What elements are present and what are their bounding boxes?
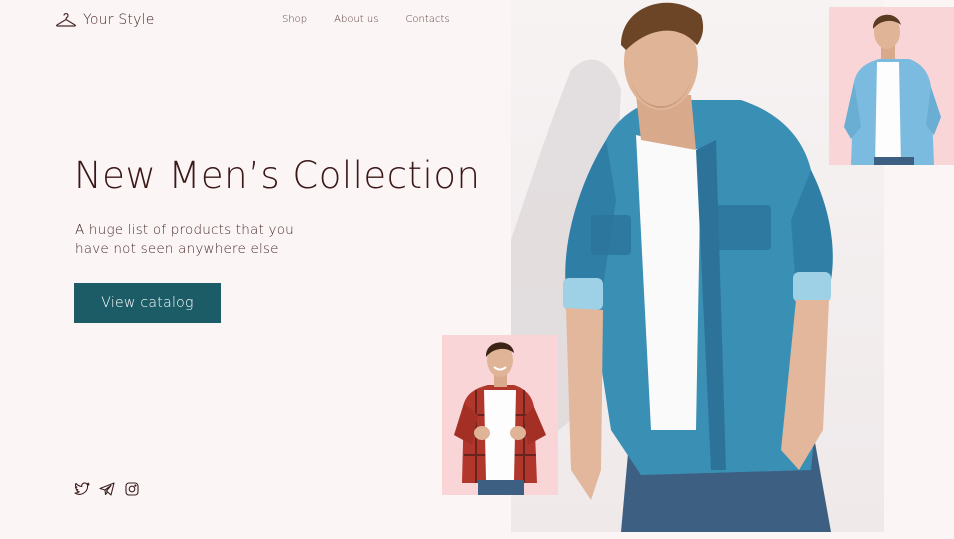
hanger-icon <box>55 11 77 29</box>
nav-about-us[interactable]: About us <box>334 14 378 25</box>
nav-contacts[interactable]: Contacts <box>405 14 449 25</box>
product-photo-bottom <box>442 335 558 495</box>
view-catalog-button[interactable]: View catalog <box>74 283 221 323</box>
twitter-icon[interactable] <box>74 481 90 497</box>
nav-shop[interactable]: Shop <box>282 14 307 25</box>
hero-title: New Men’s Collection <box>74 154 481 197</box>
brand-logo[interactable]: Your Style <box>55 11 155 29</box>
main-nav: Shop About us Contacts <box>282 14 450 25</box>
instagram-icon[interactable] <box>124 481 140 497</box>
product-photo-top <box>829 7 954 165</box>
brand-name: Your Style <box>83 12 155 28</box>
hero-subtitle: A huge list of products that you have no… <box>75 222 294 257</box>
social-links <box>74 481 140 497</box>
telegram-icon[interactable] <box>99 481 115 497</box>
